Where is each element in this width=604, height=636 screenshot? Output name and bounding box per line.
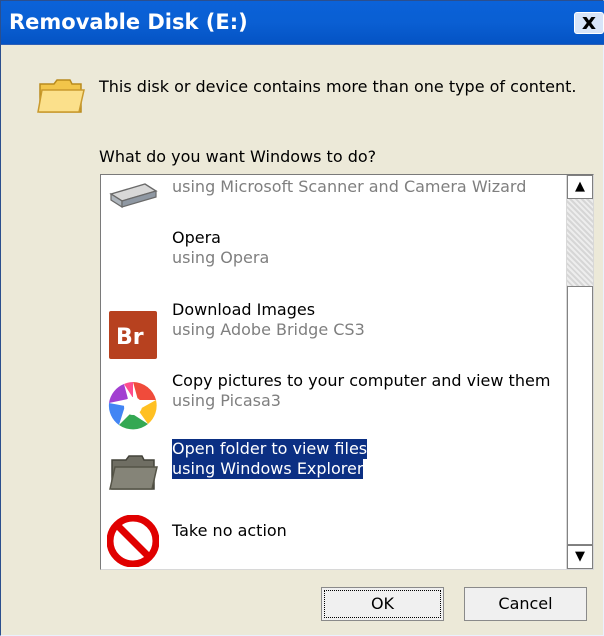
list-item-sublabel: using Picasa3 (172, 391, 281, 410)
list-item-label: Copy pictures to your computer and view … (172, 371, 551, 390)
autoplay-dialog: Removable Disk (E:) x This disk or devic… (0, 0, 604, 636)
scanner-icon (109, 183, 158, 209)
list-item-noaction[interactable]: Take no action (101, 506, 562, 569)
action-listbox[interactable]: using Microsoft Scanner and Camera Wizar… (100, 174, 594, 570)
dialog-question: What do you want Windows to do? (99, 147, 377, 166)
folder-icon (109, 455, 158, 490)
list-item-label: Take no action (172, 521, 287, 540)
adobe-bridge-icon: Br (109, 311, 157, 359)
list-item-opera[interactable]: Opera using Opera (101, 228, 561, 292)
list-item-label: Open folder to view files (172, 439, 368, 459)
svg-text:Br: Br (116, 325, 144, 350)
list-item-sublabel: using Adobe Bridge CS3 (172, 320, 365, 339)
window-title: Removable Disk (E:) (9, 10, 248, 34)
list-item-explorer[interactable]: Open folder to view files using Windows … (101, 439, 561, 503)
list-item-text: Open folder to view files using Windows … (172, 439, 562, 479)
close-icon: x (581, 10, 597, 35)
list-item-text: Copy pictures to your computer and view … (172, 371, 562, 411)
list-item-text: using Microsoft Scanner and Camera Wizar… (172, 177, 562, 197)
list-item-text: Download Images using Adobe Bridge CS3 (172, 300, 562, 340)
list-item-label: Opera (172, 228, 221, 247)
folder-icon (37, 79, 85, 113)
cancel-button[interactable]: Cancel (464, 587, 587, 621)
titlebar: Removable Disk (E:) x (1, 1, 604, 45)
scroll-up-button[interactable]: ▲ (567, 175, 593, 199)
list-item-text: Take no action (172, 521, 562, 541)
list-item-text: Opera using Opera (172, 228, 562, 268)
list-item-sublabel: using Opera (172, 248, 270, 267)
list-item-sublabel: using Microsoft Scanner and Camera Wizar… (172, 177, 527, 196)
list-item-label: Download Images (172, 300, 316, 319)
list-item-picasa[interactable]: Copy pictures to your computer and view … (101, 371, 561, 435)
dialog-footer: OK Cancel (321, 587, 591, 621)
ok-button[interactable]: OK (321, 587, 444, 621)
dialog-description: This disk or device contains more than o… (99, 77, 577, 96)
close-button[interactable]: x (574, 12, 604, 34)
scroll-thumb[interactable] (567, 286, 593, 545)
scroll-down-button[interactable]: ▼ (567, 545, 593, 569)
picasa-icon (108, 382, 157, 430)
no-action-icon (107, 515, 159, 567)
list-item-bridge[interactable]: Br Download Images using Adobe Bridge CS… (101, 300, 561, 364)
list-item-sublabel: using Windows Explorer (172, 459, 364, 479)
vertical-scrollbar[interactable]: ▲ ▼ (566, 175, 593, 569)
